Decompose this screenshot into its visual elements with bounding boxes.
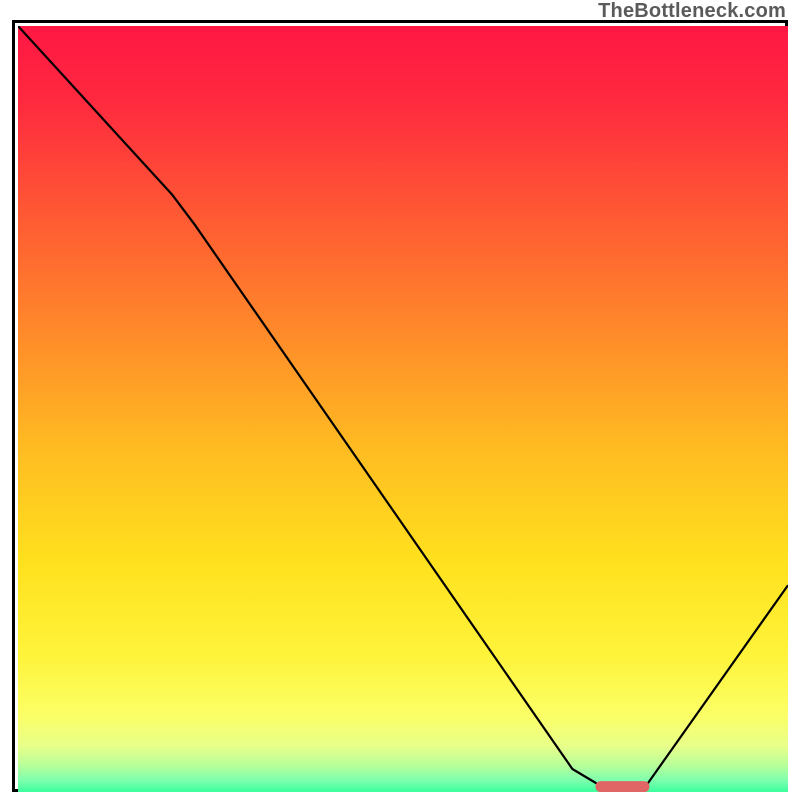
chart-svg <box>18 26 788 792</box>
background-gradient <box>18 26 788 792</box>
optimal-range-marker <box>596 781 650 792</box>
plot-area <box>18 26 788 792</box>
plot-frame <box>12 20 788 792</box>
